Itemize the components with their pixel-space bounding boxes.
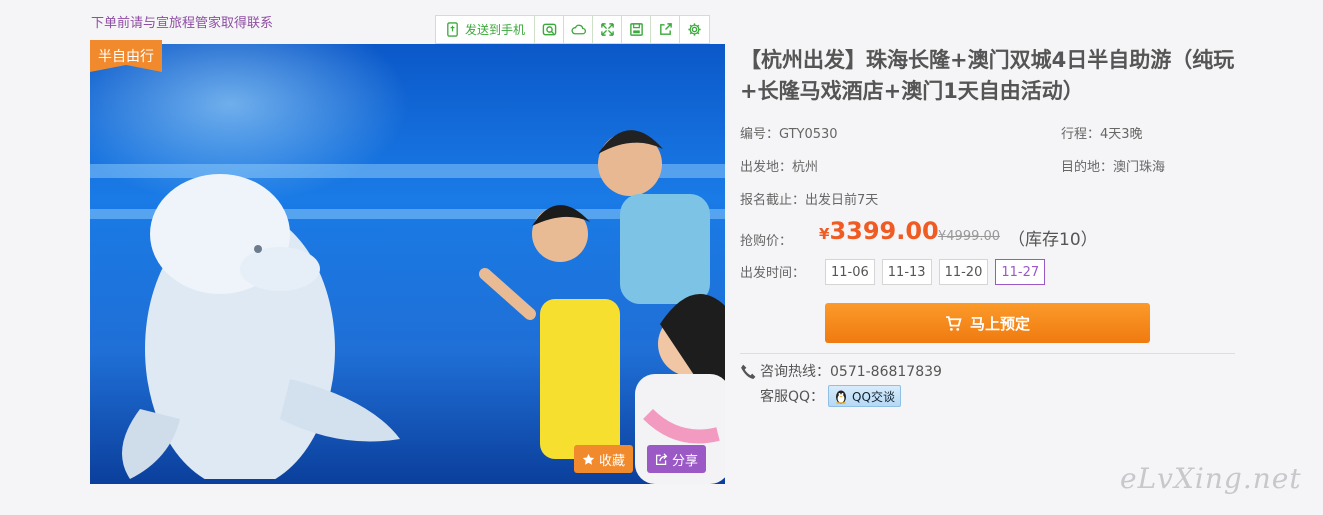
book-now-button[interactable]: 马上预定: [825, 303, 1150, 343]
fullscreen-button[interactable]: [593, 16, 623, 43]
star-icon: [582, 453, 595, 465]
product-code: 编号：GTY0530: [740, 127, 838, 142]
hotline-text: 咨询热线：0571-86817839: [760, 364, 942, 380]
save-button[interactable]: [622, 16, 652, 43]
product-photo[interactable]: [90, 44, 725, 484]
qq-chat-button[interactable]: QQ交谈: [828, 385, 901, 407]
departure-date-label: 出发时间：: [740, 266, 806, 281]
departure-date-list: 11-06 11-13 11-20 11-27: [825, 259, 1046, 285]
watermark: eLvXing.net: [1120, 462, 1302, 495]
expand-icon: [600, 23, 614, 36]
hotline: 咨询热线：0571-86817839: [740, 361, 942, 381]
price-value: 3399.00: [829, 217, 939, 245]
phone-icon: [741, 364, 756, 379]
departure-city: 出发地：杭州: [740, 160, 819, 175]
settings-icon: [688, 23, 701, 36]
original-price: ¥4999.00: [938, 229, 1001, 244]
cart-icon: [946, 315, 962, 331]
beluga-whale-illustration: [122, 174, 400, 479]
save-icon: [629, 23, 643, 36]
date-option[interactable]: 11-06: [825, 259, 875, 285]
trip-duration: 行程：4天3晚: [1061, 127, 1143, 142]
camera-icon: [542, 23, 556, 36]
qq-label: 客服QQ：: [760, 389, 825, 405]
divider: [740, 353, 1235, 354]
price-label: 抢购价：: [740, 234, 793, 249]
qq-penguin-icon: [836, 390, 847, 404]
favorite-button[interactable]: 收藏: [574, 445, 634, 473]
phone-send-icon: [447, 22, 458, 37]
date-option[interactable]: 11-20: [938, 259, 989, 285]
share-out-icon: [659, 23, 672, 35]
stock-count: （库存10）: [1008, 230, 1098, 250]
sale-price: ¥3399.00: [819, 217, 939, 245]
book-now-label: 马上预定: [969, 314, 1030, 333]
share-button[interactable]: 分享: [647, 445, 707, 473]
settings-button[interactable]: [680, 16, 709, 43]
favorite-label: 收藏: [599, 453, 626, 469]
date-option-selected[interactable]: 11-27: [995, 259, 1046, 285]
currency-symbol: ¥: [819, 225, 830, 243]
destination: 目的地：澳门珠海: [1061, 160, 1166, 175]
cloud-button[interactable]: [564, 16, 594, 43]
share-out-button[interactable]: [651, 16, 681, 43]
send-to-phone-button[interactable]: 发送到手机: [436, 16, 536, 43]
signup-deadline: 报名截止：出发日前7天: [740, 193, 879, 208]
family-illustration: [479, 130, 725, 484]
contact-notice: 下单前请与宣旅程管家取得联系: [91, 16, 274, 31]
screenshot-button[interactable]: [535, 16, 565, 43]
product-title: 【杭州出发】珠海长隆+澳门双城4日半自助游（纯玩+长隆马戏酒店+澳门1天自由活动…: [740, 48, 1235, 103]
send-to-phone-label: 发送到手机: [465, 23, 526, 37]
qq-chat-label: QQ交谈: [852, 389, 895, 404]
share-label: 分享: [672, 453, 699, 469]
share-toolbar: 发送到手机: [435, 15, 711, 44]
cloud-icon: [570, 24, 586, 35]
share-icon: [655, 452, 668, 465]
customer-service-qq: 客服QQ： QQ交谈: [760, 385, 901, 407]
date-option[interactable]: 11-13: [881, 259, 932, 285]
